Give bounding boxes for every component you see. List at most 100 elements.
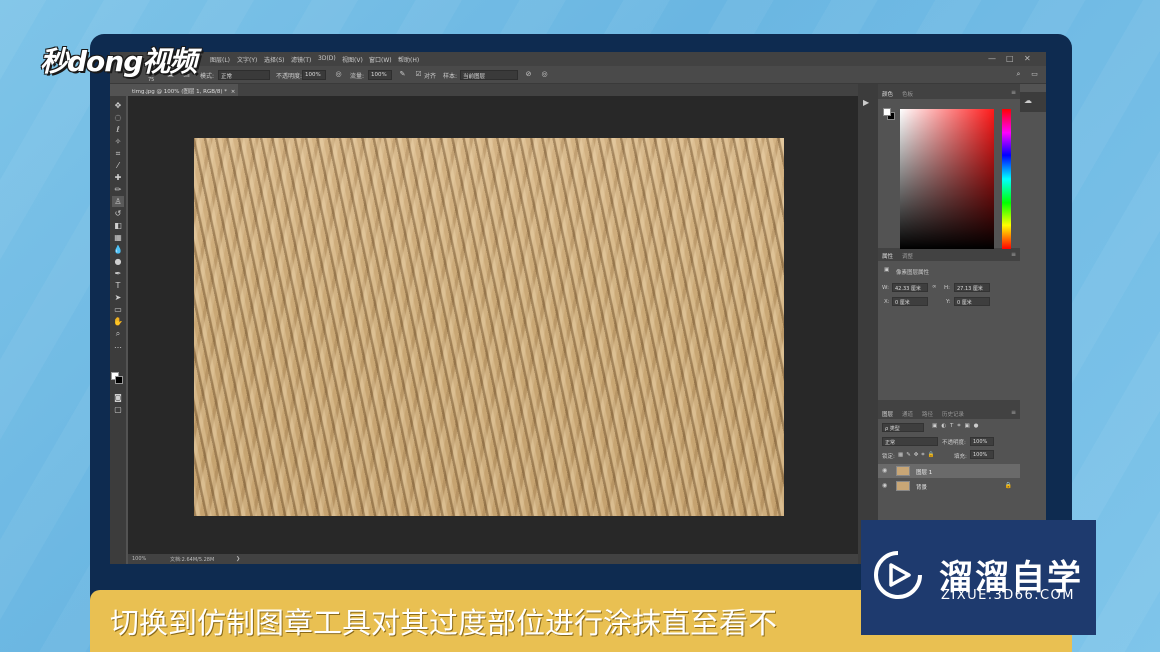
brand-watermark: 溜溜自学 ZIXUE.3D66.COM bbox=[861, 520, 1096, 635]
maximize-button[interactable]: □ bbox=[1006, 54, 1014, 63]
eye-icon[interactable]: ◉ bbox=[882, 467, 887, 474]
layer-row-layer1[interactable]: ◉ 图层 1 bbox=[878, 464, 1020, 478]
link-icon[interactable]: ∞ bbox=[932, 284, 937, 290]
minimize-button[interactable]: — bbox=[988, 54, 996, 63]
search-icon[interactable]: ⌕ bbox=[1014, 70, 1023, 79]
lock-label: 锁定: bbox=[882, 454, 895, 460]
hand-tool-icon[interactable]: ✋ bbox=[112, 316, 124, 327]
zoom-tool-icon[interactable]: ⌕ bbox=[112, 328, 124, 339]
watermark-logo: 秒dong视频 bbox=[40, 45, 197, 78]
close-button[interactable]: ✕ bbox=[1024, 54, 1031, 63]
opacity-label: 不透明度: bbox=[276, 73, 303, 80]
document-tab-bar: timg.jpg @ 100% (图层 1, RGB/8) * × bbox=[128, 84, 858, 96]
tab-paths[interactable]: 路径 bbox=[922, 410, 933, 418]
brush-tool-icon[interactable]: ✏ bbox=[112, 184, 124, 195]
gradient-tool-icon[interactable]: ▦ bbox=[112, 232, 124, 243]
height-field[interactable]: 27.13 厘米 bbox=[954, 283, 990, 292]
pressure-size-icon[interactable]: ◎ bbox=[540, 70, 549, 79]
aligned-checkbox[interactable]: ☑ bbox=[414, 70, 423, 79]
crop-tool-icon[interactable]: ⌗ bbox=[112, 148, 124, 159]
flow-field[interactable]: 100% bbox=[368, 70, 392, 80]
menu-select[interactable]: 选择(S) bbox=[264, 55, 285, 64]
play-action-icon[interactable]: ▶ bbox=[863, 98, 869, 107]
quick-mask-icon[interactable]: ◙ bbox=[112, 392, 124, 403]
panel-menu-icon[interactable]: ≡ bbox=[1011, 409, 1016, 416]
menu-layer[interactable]: 图层(L) bbox=[210, 55, 230, 64]
tab-history[interactable]: 历史记录 bbox=[942, 410, 964, 418]
menu-help[interactable]: 帮助(H) bbox=[398, 55, 419, 64]
tab-adjustments[interactable]: 调整 bbox=[902, 252, 913, 260]
background-color-swatch[interactable] bbox=[115, 376, 123, 384]
menu-filter[interactable]: 滤镜(T) bbox=[291, 55, 311, 64]
eye-icon[interactable]: ◉ bbox=[882, 482, 887, 489]
libraries-dock: ☁ bbox=[1020, 92, 1046, 112]
panel-menu-icon[interactable]: ≡ bbox=[1011, 251, 1016, 258]
lock-icons[interactable]: ▦✎✥⌗🔒 bbox=[898, 452, 937, 459]
flow-label: 流量: bbox=[350, 73, 365, 80]
subtitle-text: 切换到仿制图章工具对其过度部位进行涂抹直至看不 bbox=[110, 606, 778, 640]
eyedropper-tool-icon[interactable]: ⁄ bbox=[112, 160, 124, 171]
tab-color[interactable]: 颜色 bbox=[882, 90, 893, 98]
marquee-tool-icon[interactable]: ◌ bbox=[112, 112, 124, 123]
layer-thumbnail bbox=[896, 466, 910, 476]
dodge-tool-icon[interactable]: ● bbox=[112, 256, 124, 267]
layer-opacity-field[interactable]: 100% bbox=[970, 437, 994, 446]
workspace-icon[interactable]: ▭ bbox=[1030, 70, 1039, 79]
tab-swatches[interactable]: 色板 bbox=[902, 90, 913, 98]
history-brush-tool-icon[interactable]: ↺ bbox=[112, 208, 124, 219]
tab-layers[interactable]: 图层 bbox=[882, 410, 893, 418]
properties-panel: 属性 调整 ≡ ▣ 像素图层属性 W: 42.33 厘米 ∞ H: 27.13 … bbox=[878, 250, 1020, 400]
photoshop-window: 图层(L) 文字(Y) 选择(S) 滤镜(T) 3D(D) 视图(V) 窗口(W… bbox=[110, 52, 1046, 564]
width-field[interactable]: 42.33 厘米 bbox=[892, 283, 928, 292]
tab-properties[interactable]: 属性 bbox=[882, 252, 893, 260]
document-tab-close[interactable]: × bbox=[231, 89, 236, 95]
menu-3d[interactable]: 3D(D) bbox=[318, 55, 336, 62]
ignore-adjustment-icon[interactable]: ⊘ bbox=[524, 70, 533, 79]
menu-window[interactable]: 窗口(W) bbox=[369, 55, 392, 64]
blur-tool-icon[interactable]: 💧 bbox=[112, 244, 124, 255]
layer-row-background[interactable]: ◉ 背景 🔒 bbox=[878, 479, 1020, 493]
eraser-tool-icon[interactable]: ◧ bbox=[112, 220, 124, 231]
move-tool-icon[interactable]: ✥ bbox=[112, 100, 124, 111]
menu-view[interactable]: 视图(V) bbox=[342, 55, 363, 64]
x-label: X: bbox=[884, 299, 890, 305]
hue-slider[interactable] bbox=[1002, 109, 1011, 249]
menu-type[interactable]: 文字(Y) bbox=[237, 55, 257, 64]
x-field[interactable]: 0 厘米 bbox=[892, 297, 928, 306]
airbrush-icon[interactable]: ✎ bbox=[398, 70, 407, 79]
mode-select[interactable]: 正常 bbox=[218, 70, 270, 80]
document-tab[interactable]: timg.jpg @ 100% (图层 1, RGB/8) * × bbox=[128, 84, 238, 96]
tools-panel: ✥ ◌ ℓ ✧ ⌗ ⁄ ✚ ✏ ♙ ↺ ◧ ▦ 💧 ● ✒ T ➤ ▭ ✋ ⌕ … bbox=[110, 96, 126, 564]
clone-stamp-tool-icon[interactable]: ♙ bbox=[112, 196, 124, 207]
color-field[interactable] bbox=[900, 109, 994, 249]
tab-channels[interactable]: 通道 bbox=[902, 410, 913, 418]
sample-select[interactable]: 当前图层 bbox=[460, 70, 518, 80]
healing-brush-tool-icon[interactable]: ✚ bbox=[112, 172, 124, 183]
more-tools-icon[interactable]: … bbox=[112, 340, 124, 351]
y-field[interactable]: 0 厘米 bbox=[954, 297, 990, 306]
fill-field[interactable]: 100% bbox=[970, 450, 994, 459]
zoom-level[interactable]: 100% bbox=[132, 556, 146, 562]
pressure-opacity-icon[interactable]: ◎ bbox=[334, 70, 343, 79]
libraries-icon[interactable]: ☁ bbox=[1024, 96, 1032, 105]
properties-panel-tabs: 属性 调整 ≡ bbox=[878, 250, 1020, 261]
panel-menu-icon[interactable]: ≡ bbox=[1011, 89, 1016, 96]
pen-tool-icon[interactable]: ✒ bbox=[112, 268, 124, 279]
layer-filter-icons[interactable]: ▣◐T⌗▣● bbox=[932, 423, 982, 430]
screen-mode-icon[interactable]: ▢ bbox=[112, 404, 124, 415]
color-panel: 颜色 色板 ≡ bbox=[878, 88, 1020, 249]
fg-color-chip[interactable] bbox=[883, 108, 891, 116]
shape-tool-icon[interactable]: ▭ bbox=[112, 304, 124, 315]
path-select-tool-icon[interactable]: ➤ bbox=[112, 292, 124, 303]
type-tool-icon[interactable]: T bbox=[112, 280, 124, 291]
layer-name: 背景 bbox=[916, 485, 928, 491]
opacity-field[interactable]: 100% bbox=[302, 70, 326, 80]
sand-dune-image[interactable] bbox=[194, 138, 784, 516]
blend-mode-select[interactable]: 正常 bbox=[882, 437, 938, 446]
width-label: W: bbox=[882, 285, 889, 291]
layer-filter-select[interactable]: ρ 类型 bbox=[882, 423, 924, 432]
canvas-area[interactable] bbox=[128, 96, 858, 554]
status-arrow-icon[interactable]: ❯ bbox=[236, 556, 240, 562]
quick-select-tool-icon[interactable]: ✧ bbox=[112, 136, 124, 147]
lasso-tool-icon[interactable]: ℓ bbox=[112, 124, 124, 135]
